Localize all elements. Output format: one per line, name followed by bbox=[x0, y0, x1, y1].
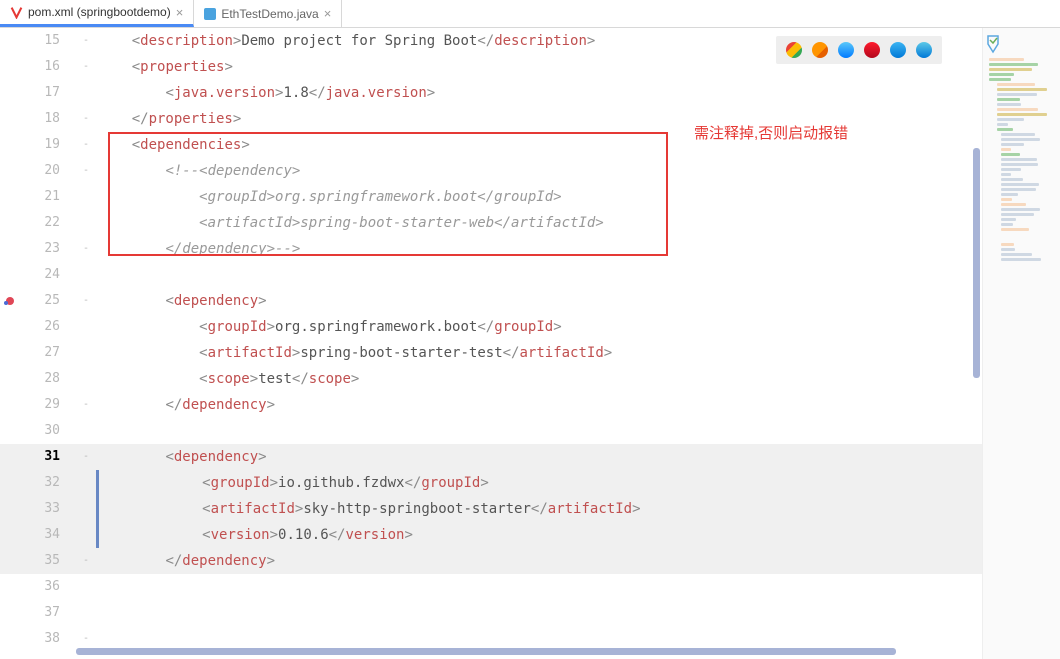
code-minimap[interactable] bbox=[982, 28, 1060, 659]
code-line-36[interactable]: 36 bbox=[0, 574, 1060, 600]
line-number[interactable]: 21 bbox=[20, 184, 76, 210]
line-number[interactable]: 23 bbox=[20, 236, 76, 262]
code-line-33[interactable]: 33 <artifactId>sky-http-springboot-start… bbox=[0, 496, 1060, 522]
line-number[interactable]: 34 bbox=[20, 522, 76, 548]
breakpoint-icon[interactable] bbox=[4, 295, 16, 307]
fold-toggle[interactable]: - bbox=[76, 236, 96, 262]
code-content[interactable]: <dependency> bbox=[96, 444, 1060, 470]
code-line-24[interactable]: 24 bbox=[0, 262, 1060, 288]
code-line-29[interactable]: 29- </dependency> bbox=[0, 392, 1060, 418]
line-number[interactable]: 28 bbox=[20, 366, 76, 392]
java-class-icon bbox=[204, 8, 216, 20]
ie-browser-icon[interactable] bbox=[890, 42, 906, 58]
fold-toggle[interactable]: - bbox=[76, 132, 96, 158]
code-content[interactable]: </dependency> bbox=[96, 392, 1060, 418]
code-content[interactable]: <groupId>org.springframework.boot</group… bbox=[96, 314, 1060, 340]
code-line-28[interactable]: 28 <scope>test</scope> bbox=[0, 366, 1060, 392]
line-number[interactable]: 35 bbox=[20, 548, 76, 574]
inspections-icon[interactable] bbox=[986, 34, 1000, 54]
code-line-37[interactable]: 37 bbox=[0, 600, 1060, 626]
code-content[interactable]: <artifactId>sky-http-springboot-starter<… bbox=[96, 496, 1060, 522]
maven-icon bbox=[10, 6, 23, 19]
code-line-26[interactable]: 26 <groupId>org.springframework.boot</gr… bbox=[0, 314, 1060, 340]
chrome-browser-icon[interactable] bbox=[786, 42, 802, 58]
code-line-32[interactable]: 32 <groupId>io.github.fzdwx</groupId> bbox=[0, 470, 1060, 496]
fold-toggle[interactable]: - bbox=[76, 158, 96, 184]
line-number[interactable]: 25 bbox=[20, 288, 76, 314]
close-icon[interactable]: × bbox=[176, 5, 184, 20]
code-content[interactable]: <artifactId>spring-boot-starter-test</ar… bbox=[96, 340, 1060, 366]
tab-pom-xml[interactable]: pom.xml (springbootdemo) × bbox=[0, 0, 194, 27]
code-content[interactable]: </properties> bbox=[96, 106, 1060, 132]
browser-toolbar bbox=[776, 36, 942, 64]
opera-browser-icon[interactable] bbox=[864, 42, 880, 58]
code-line-27[interactable]: 27 <artifactId>spring-boot-starter-test<… bbox=[0, 340, 1060, 366]
code-area[interactable]: 15- <description>Demo project for Spring… bbox=[0, 28, 1060, 659]
line-number[interactable]: 36 bbox=[20, 574, 76, 600]
fold-toggle[interactable]: - bbox=[76, 288, 96, 314]
annotation-rectangle bbox=[108, 132, 668, 256]
code-content[interactable]: <dependency> bbox=[96, 288, 1060, 314]
code-line-30[interactable]: 30 bbox=[0, 418, 1060, 444]
line-number[interactable]: 17 bbox=[20, 80, 76, 106]
line-number[interactable]: 15 bbox=[20, 28, 76, 54]
code-content[interactable]: </dependency> bbox=[96, 548, 1060, 574]
line-number[interactable]: 30 bbox=[20, 418, 76, 444]
line-number[interactable]: 38 bbox=[20, 626, 76, 652]
code-content[interactable]: <scope>test</scope> bbox=[96, 366, 1060, 392]
tab-label: pom.xml (springbootdemo) bbox=[28, 5, 171, 19]
line-number[interactable]: 16 bbox=[20, 54, 76, 80]
line-number[interactable]: 24 bbox=[20, 262, 76, 288]
horizontal-scrollbar[interactable] bbox=[76, 648, 896, 655]
safari-browser-icon[interactable] bbox=[838, 42, 854, 58]
code-line-31[interactable]: 31- <dependency> bbox=[0, 444, 1060, 470]
editor-tabs: pom.xml (springbootdemo) × EthTestDemo.j… bbox=[0, 0, 1060, 28]
line-number[interactable]: 19 bbox=[20, 132, 76, 158]
fold-toggle[interactable]: - bbox=[76, 392, 96, 418]
edge-browser-icon[interactable] bbox=[916, 42, 932, 58]
line-number[interactable]: 37 bbox=[20, 600, 76, 626]
fold-toggle[interactable]: - bbox=[76, 54, 96, 80]
editor: 15- <description>Demo project for Spring… bbox=[0, 28, 1060, 659]
code-content[interactable]: <java.version>1.8</java.version> bbox=[96, 80, 1060, 106]
line-number[interactable]: 22 bbox=[20, 210, 76, 236]
annotation-label: 需注释掉,否则启动报错 bbox=[694, 122, 848, 143]
line-number[interactable]: 31 bbox=[20, 444, 76, 470]
vertical-scrollbar[interactable] bbox=[973, 148, 980, 378]
code-content[interactable]: <groupId>io.github.fzdwx</groupId> bbox=[96, 470, 1060, 496]
tab-ethtest[interactable]: EthTestDemo.java × bbox=[194, 0, 342, 27]
fold-toggle[interactable]: - bbox=[76, 28, 96, 54]
code-line-17[interactable]: 17 <java.version>1.8</java.version> bbox=[0, 80, 1060, 106]
code-line-18[interactable]: 18- </properties> bbox=[0, 106, 1060, 132]
fold-toggle[interactable]: - bbox=[76, 444, 96, 470]
close-icon[interactable]: × bbox=[324, 6, 332, 21]
tab-label: EthTestDemo.java bbox=[221, 7, 318, 21]
line-number[interactable]: 33 bbox=[20, 496, 76, 522]
firefox-browser-icon[interactable] bbox=[812, 42, 828, 58]
line-number[interactable]: 27 bbox=[20, 340, 76, 366]
fold-toggle[interactable]: - bbox=[76, 548, 96, 574]
code-line-25[interactable]: 25- <dependency> bbox=[0, 288, 1060, 314]
line-number[interactable]: 29 bbox=[20, 392, 76, 418]
code-line-34[interactable]: 34 <version>0.10.6</version> bbox=[0, 522, 1060, 548]
line-number[interactable]: 26 bbox=[20, 314, 76, 340]
fold-toggle[interactable]: - bbox=[76, 106, 96, 132]
code-line-35[interactable]: 35- </dependency> bbox=[0, 548, 1060, 574]
line-number[interactable]: 32 bbox=[20, 470, 76, 496]
line-number[interactable]: 18 bbox=[20, 106, 76, 132]
line-number[interactable]: 20 bbox=[20, 158, 76, 184]
code-content[interactable]: <version>0.10.6</version> bbox=[96, 522, 1060, 548]
